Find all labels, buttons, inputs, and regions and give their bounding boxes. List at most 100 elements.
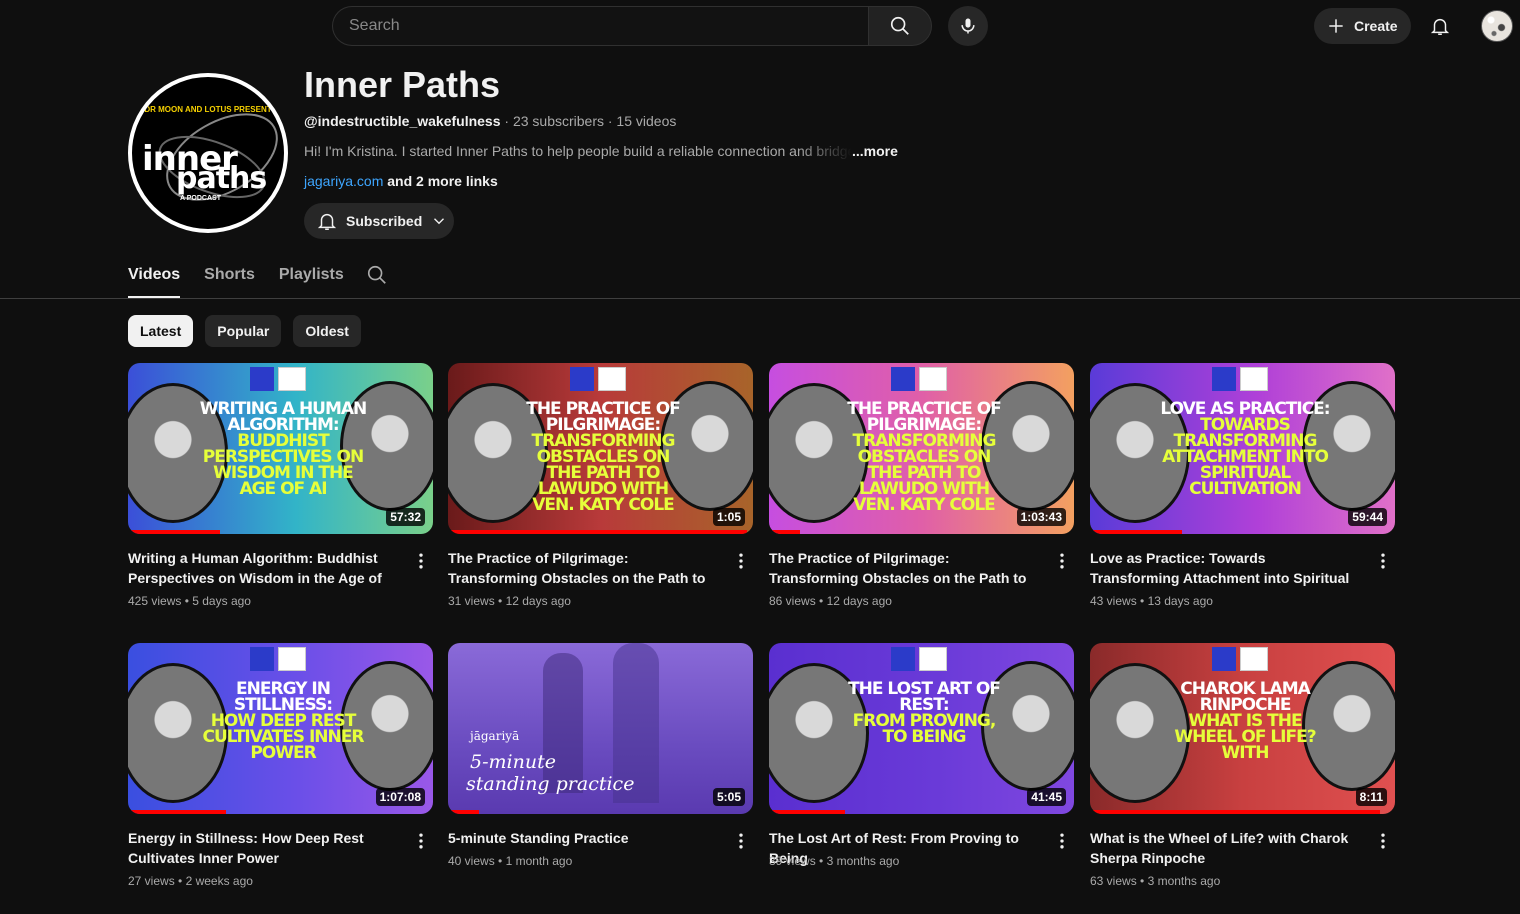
- video-views: 63 views: [1090, 874, 1137, 888]
- channel-description[interactable]: Hi! I'm Kristina. I started Inner Paths …: [304, 143, 904, 159]
- thumbnail-title-white: ENERGY IN STILLNESS:: [233, 679, 333, 715]
- video-duration: 5:05: [712, 788, 745, 806]
- subscribed-button[interactable]: Subscribed: [304, 203, 454, 239]
- thumbnail-badge: [1212, 647, 1236, 671]
- bell-icon: [317, 213, 337, 230]
- more-links[interactable]: and 2 more links: [383, 173, 498, 189]
- sort-chips: Latest Popular Oldest: [128, 315, 361, 347]
- video-card[interactable]: CHAROK LAMA RINPOCHE WHAT IS THE WHEEL O…: [1090, 643, 1395, 888]
- thumbnail-badge: [250, 647, 274, 671]
- more-vertical-icon: [739, 833, 743, 849]
- thumbnail-badge: [919, 367, 947, 391]
- search-icon: [890, 16, 909, 35]
- video-meta: 39 views • 3 months ago: [769, 854, 900, 868]
- more-vertical-icon: [1060, 833, 1064, 849]
- video-thumbnail[interactable]: THE LOST ART OF REST: FROM PROVING, TO B…: [769, 643, 1074, 814]
- video-card[interactable]: ENERGY IN STILLNESS: HOW DEEP REST CULTI…: [128, 643, 433, 888]
- video-title[interactable]: Love as Practice: Towards Transforming A…: [1090, 548, 1358, 588]
- video-thumbnail[interactable]: THE PRACTICE OF PILGRIMAGE: TRANSFORMING…: [769, 363, 1074, 534]
- thumbnail-badge: [891, 367, 915, 391]
- thumbnail-badge: [250, 367, 274, 391]
- video-card[interactable]: THE PRACTICE OF PILGRIMAGE: TRANSFORMING…: [769, 363, 1074, 608]
- thumbnail-badge: [1212, 367, 1236, 391]
- video-views: 425 views: [128, 594, 182, 608]
- video-menu-button[interactable]: [409, 549, 433, 573]
- video-thumbnail[interactable]: ENERGY IN STILLNESS: HOW DEEP REST CULTI…: [128, 643, 433, 814]
- chip-popular[interactable]: Popular: [205, 315, 282, 347]
- create-button[interactable]: Create: [1314, 8, 1411, 44]
- description-text: Hi! I'm Kristina. I started Inner Paths …: [304, 143, 852, 159]
- video-meta: 86 views • 12 days ago: [769, 594, 892, 608]
- channel-handle: @indestructible_wakefulness: [304, 113, 501, 129]
- tab-search-button[interactable]: [366, 264, 388, 291]
- thumbnail-title-white: THE PRACTICE OF PILGRIMAGE:: [526, 399, 681, 435]
- video-thumbnail[interactable]: WRITING A HUMAN ALGORITHM: BUDDHIST PERS…: [128, 363, 433, 534]
- thumbnail-badge: [570, 367, 594, 391]
- video-menu-button[interactable]: [1371, 549, 1395, 573]
- user-avatar[interactable]: [1481, 10, 1513, 42]
- video-card[interactable]: WRITING A HUMAN ALGORITHM: BUDDHIST PERS…: [128, 363, 433, 608]
- thumbnail-title-yellow: HOW DEEP REST CULTIVATES INNER POWER: [202, 711, 365, 763]
- thumbnail-badge: [1240, 367, 1268, 391]
- video-meta: 63 views • 3 months ago: [1090, 874, 1221, 888]
- thumbnail-title-yellow: FROM PROVING, TO BEING: [852, 711, 997, 747]
- video-thumbnail[interactable]: LOVE AS PRACTICE: TOWARDS TRANSFORMING A…: [1090, 363, 1395, 534]
- video-meta: 27 views • 2 weeks ago: [128, 874, 253, 888]
- thumbnail-title: LOVE AS PRACTICE: TOWARDS TRANSFORMING A…: [1160, 401, 1330, 498]
- video-title[interactable]: The Practice of Pilgrimage: Transforming…: [448, 548, 716, 588]
- video-thumbnail[interactable]: THE PRACTICE OF PILGRIMAGE: TRANSFORMING…: [448, 363, 753, 534]
- video-card[interactable]: THE LOST ART OF REST: FROM PROVING, TO B…: [769, 643, 1074, 868]
- more-link[interactable]: ...more: [852, 143, 898, 159]
- video-views: 31 views: [448, 594, 495, 608]
- more-vertical-icon: [419, 553, 423, 569]
- search-button[interactable]: [868, 6, 932, 46]
- chip-oldest[interactable]: Oldest: [293, 315, 361, 347]
- more-vertical-icon: [1381, 553, 1385, 569]
- video-title[interactable]: The Practice of Pilgrimage: Transforming…: [769, 548, 1037, 588]
- video-duration: 1:07:08: [375, 788, 425, 806]
- video-title[interactable]: Writing a Human Algorithm: Buddhist Pers…: [128, 548, 396, 588]
- video-menu-button[interactable]: [1050, 549, 1074, 573]
- video-card[interactable]: THE PRACTICE OF PILGRIMAGE: TRANSFORMING…: [448, 363, 753, 608]
- video-views: 27 views: [128, 874, 175, 888]
- video-views: 43 views: [1090, 594, 1137, 608]
- avatar-logo-line2: paths: [176, 161, 267, 196]
- video-card[interactable]: jāgariyā 5-minute standing practice 5:05…: [448, 643, 753, 868]
- video-card[interactable]: LOVE AS PRACTICE: TOWARDS TRANSFORMING A…: [1090, 363, 1395, 608]
- video-meta: 31 views • 12 days ago: [448, 594, 571, 608]
- channel-website-link[interactable]: jagariya.com: [304, 173, 383, 189]
- video-thumbnail[interactable]: CHAROK LAMA RINPOCHE WHAT IS THE WHEEL O…: [1090, 643, 1395, 814]
- video-title[interactable]: What is the Wheel of Life? with Charok S…: [1090, 828, 1358, 868]
- voice-search-button[interactable]: [948, 6, 988, 46]
- thumbnail-badge: [598, 367, 626, 391]
- search-input[interactable]: [333, 7, 868, 45]
- video-age: 12 days ago: [826, 594, 892, 608]
- tab-playlists[interactable]: Playlists: [279, 258, 344, 298]
- tab-videos[interactable]: Videos: [128, 258, 181, 298]
- video-views: 39 views: [769, 854, 816, 868]
- thumbnail-title-white: THE LOST ART OF REST:: [848, 679, 1001, 715]
- tab-shorts[interactable]: Shorts: [204, 258, 255, 298]
- thumbnail-line1: 5-minute: [470, 751, 556, 773]
- video-age: 5 days ago: [192, 594, 251, 608]
- thumbnail-line2: standing practice: [466, 773, 635, 795]
- notifications-button[interactable]: [1420, 6, 1460, 46]
- watch-progress-bar: [448, 810, 479, 814]
- video-menu-button[interactable]: [729, 549, 753, 573]
- video-title[interactable]: Energy in Stillness: How Deep Rest Culti…: [128, 828, 396, 868]
- video-age: 1 month ago: [505, 854, 573, 868]
- video-thumbnail[interactable]: jāgariyā 5-minute standing practice 5:05: [448, 643, 753, 814]
- video-menu-button[interactable]: [409, 829, 433, 853]
- video-menu-button[interactable]: [1371, 829, 1395, 853]
- thumbnail-title: THE PRACTICE OF PILGRIMAGE: TRANSFORMING…: [839, 399, 1009, 514]
- video-meta: 40 views • 1 month ago: [448, 854, 573, 868]
- video-duration: 57:32: [386, 508, 425, 526]
- video-title[interactable]: 5-minute Standing Practice: [448, 828, 716, 848]
- chip-latest[interactable]: Latest: [128, 315, 194, 347]
- video-menu-button[interactable]: [729, 829, 753, 853]
- video-menu-button[interactable]: [1050, 829, 1074, 853]
- thumbnail-title: THE PRACTICE OF PILGRIMAGE: TRANSFORMING…: [518, 399, 688, 514]
- search-box[interactable]: [332, 6, 868, 46]
- video-age: 3 months ago: [1147, 874, 1221, 888]
- thumbnail-title-white: THE PRACTICE OF PILGRIMAGE:: [847, 399, 1002, 435]
